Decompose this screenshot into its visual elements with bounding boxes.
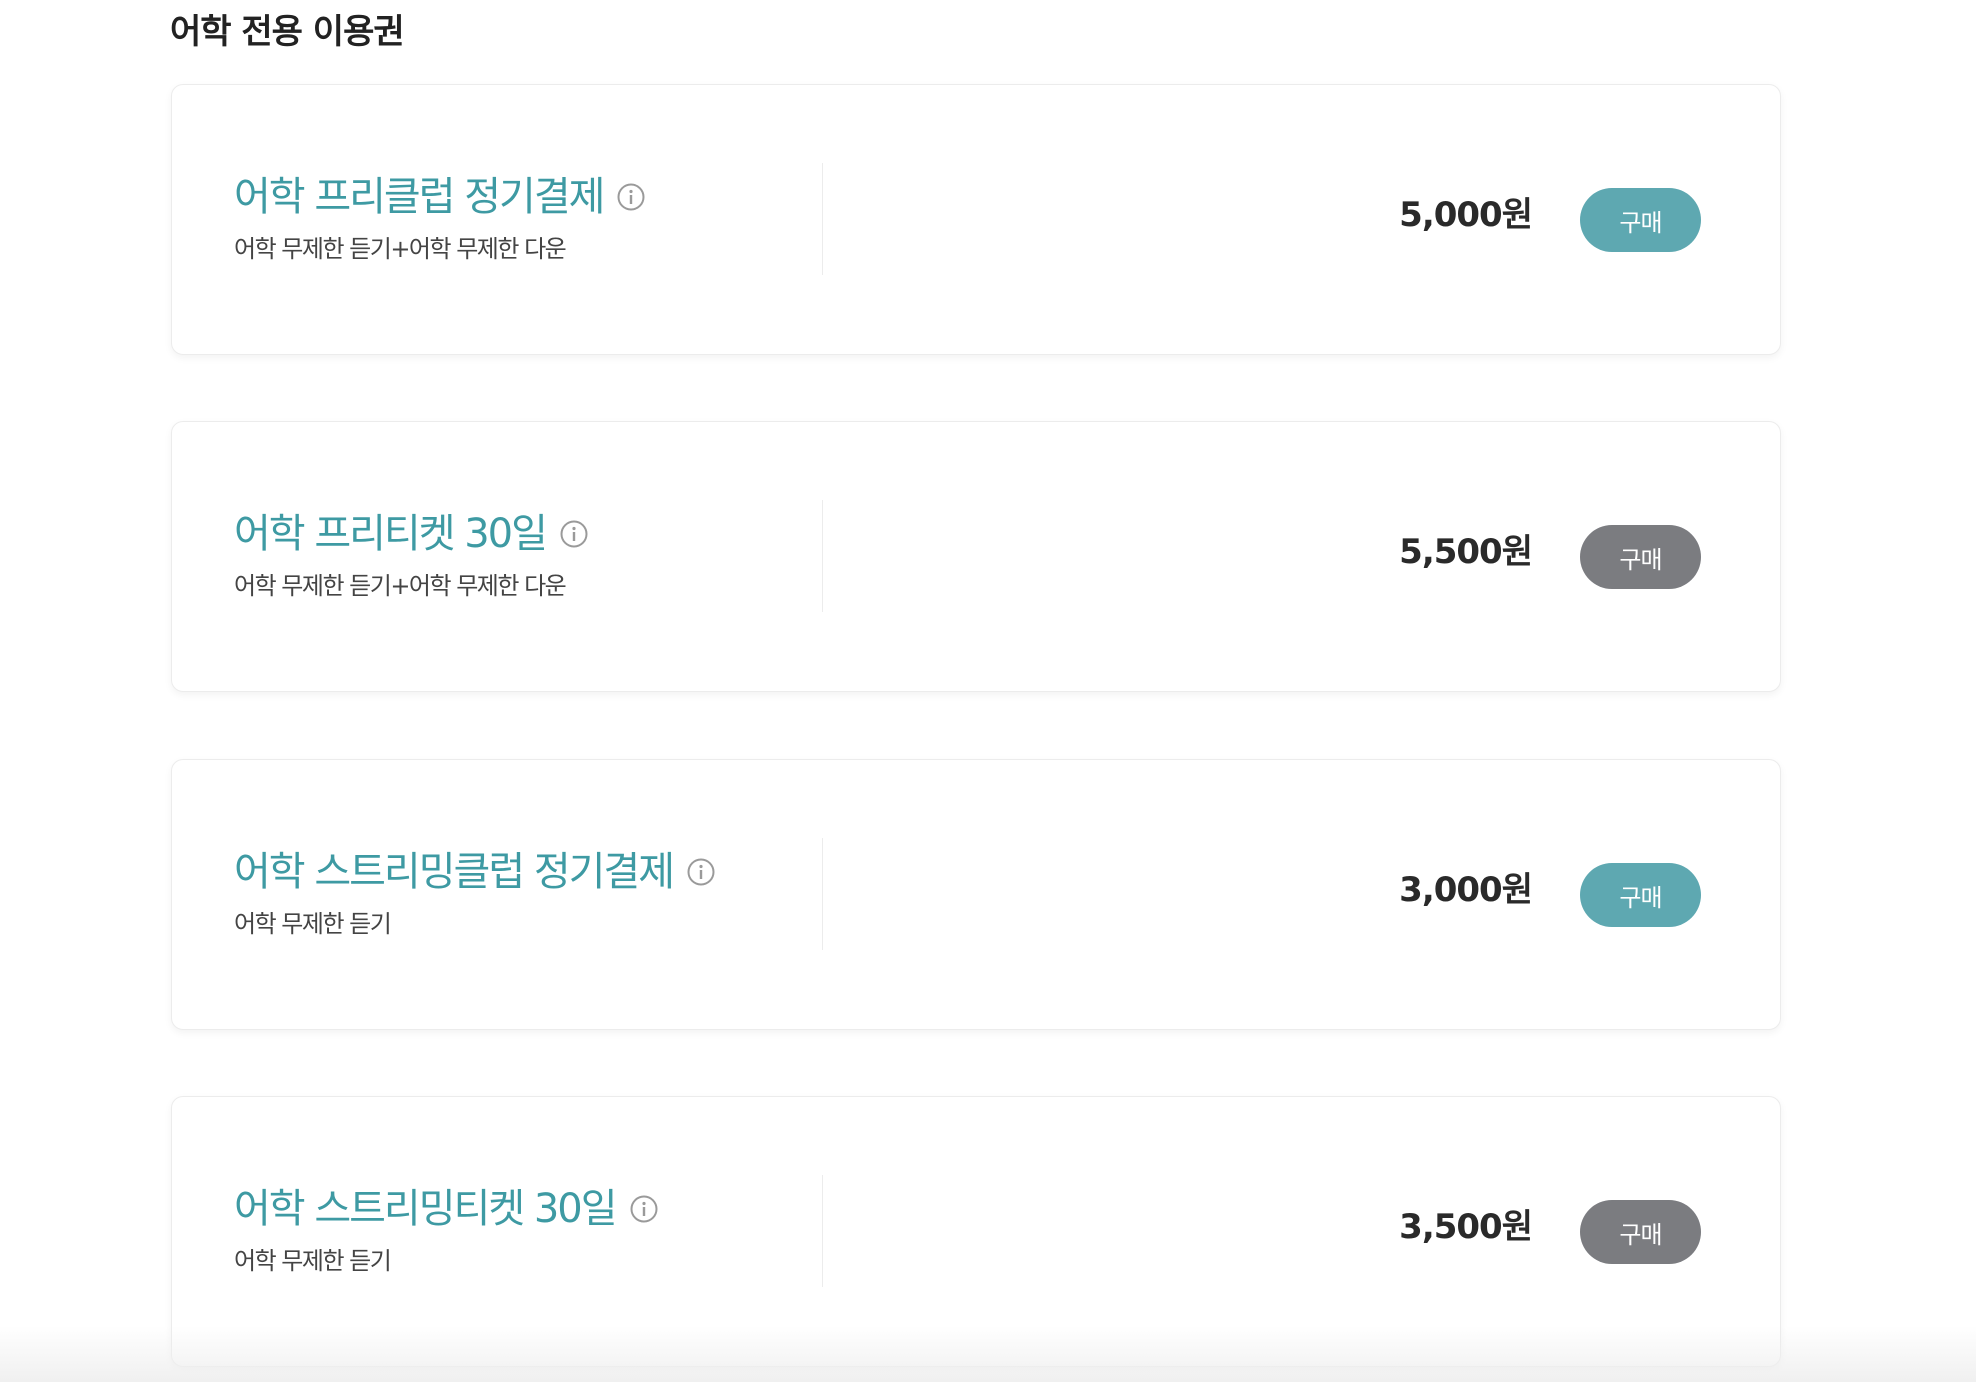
plan-card: 어학 프리티켓 30일 어학 무제한 듣기+어학 무제한 다운 5,500원 구… [171,421,1781,692]
plan-description: 어학 무제한 듣기+어학 무제한 다운 [234,235,567,263]
page: 어학 전용 이용권 어학 프리클럽 정기결제 어학 무제한 듣기+어학 무제한 … [0,0,1976,1382]
plan-name-row: 어학 프리클럽 정기결제 [234,171,645,223]
buy-button[interactable]: 구매 [1580,525,1701,589]
plan-description: 어학 무제한 듣기 [234,1247,392,1275]
plan-description: 어학 무제한 듣기+어학 무제한 다운 [234,572,567,600]
card-divider [822,1175,823,1287]
plan-description: 어학 무제한 듣기 [234,910,392,938]
plan-price: 3,500원 [1399,1207,1533,1247]
plan-info: 어학 스트리밍티켓 30일 어학 무제한 듣기 [234,1097,774,1366]
plan-name: 어학 프리클럽 정기결제 [234,174,605,220]
plan-name: 어학 프리티켓 30일 [234,511,548,557]
plan-card: 어학 프리클럽 정기결제 어학 무제한 듣기+어학 무제한 다운 5,000원 … [171,84,1781,355]
section-title: 어학 전용 이용권 [170,12,405,52]
info-circle-icon[interactable] [630,1195,658,1223]
card-divider [822,500,823,612]
plan-name-row: 어학 스트리밍클럽 정기결제 [234,846,715,898]
buy-button[interactable]: 구매 [1580,1200,1701,1264]
buy-button[interactable]: 구매 [1580,863,1701,927]
plan-card: 어학 스트리밍티켓 30일 어학 무제한 듣기 3,500원 구매 [171,1096,1781,1367]
plan-card: 어학 스트리밍클럽 정기결제 어학 무제한 듣기 3,000원 구매 [171,759,1781,1030]
plan-price: 5,500원 [1399,532,1533,572]
plan-name: 어학 스트리밍티켓 30일 [234,1186,618,1232]
card-divider [822,838,823,950]
plan-price: 5,000원 [1399,195,1533,235]
plan-name: 어학 스트리밍클럽 정기결제 [234,849,675,895]
plan-info: 어학 스트리밍클럽 정기결제 어학 무제한 듣기 [234,760,774,1029]
plan-price: 3,000원 [1399,870,1533,910]
card-divider [822,163,823,275]
info-circle-icon[interactable] [560,520,588,548]
plan-info: 어학 프리티켓 30일 어학 무제한 듣기+어학 무제한 다운 [234,422,774,691]
plan-name-row: 어학 프리티켓 30일 [234,508,588,560]
plan-name-row: 어학 스트리밍티켓 30일 [234,1183,658,1235]
plan-info: 어학 프리클럽 정기결제 어학 무제한 듣기+어학 무제한 다운 [234,85,774,354]
info-circle-icon[interactable] [687,858,715,886]
buy-button[interactable]: 구매 [1580,188,1701,252]
info-circle-icon[interactable] [617,183,645,211]
